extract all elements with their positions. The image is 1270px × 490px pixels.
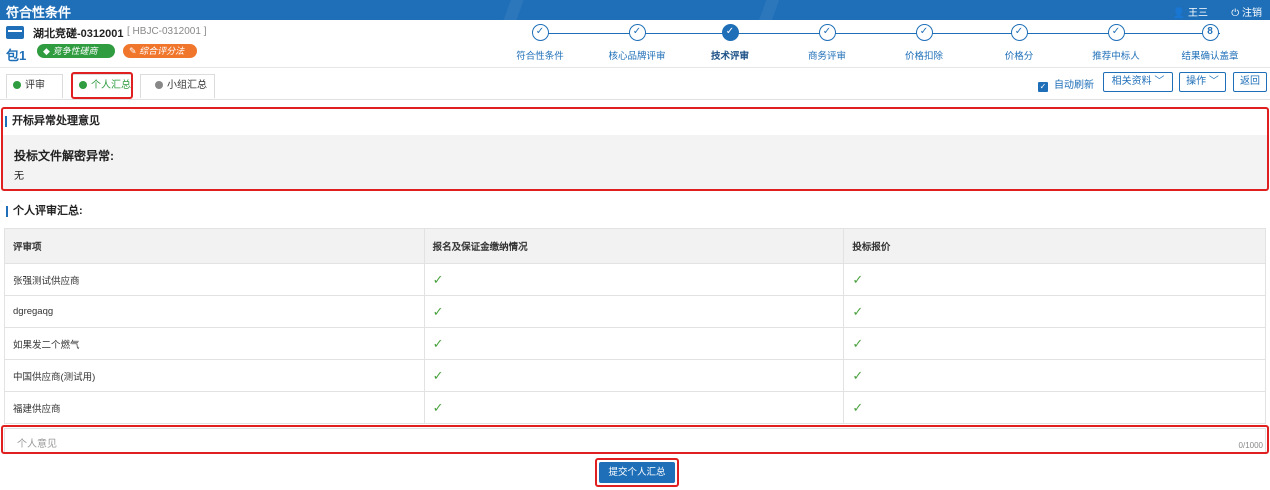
pass-check-icon: ✓ — [843, 391, 1266, 424]
supplier-name: 中国供应商(测试用) — [4, 359, 425, 392]
auto-refresh-checkbox[interactable]: ✓ 自动刷新 — [1038, 76, 1094, 92]
step-label: 价格扣除 — [904, 51, 943, 62]
step-label: 价格分 — [1004, 51, 1034, 62]
operate-label: 操作 — [1186, 76, 1207, 87]
table-row: 中国供应商(测试用) ✓ ✓ — [4, 359, 1266, 392]
scoring-method-label: 综合评分法 — [139, 46, 185, 56]
step-label: 商务评审 — [807, 51, 846, 62]
tab-label: 评审 — [25, 80, 45, 91]
summary-title: 个人评审汇总: — [6, 206, 83, 217]
user-menu[interactable]: 👤 王三 — [1173, 4, 1208, 19]
highlight-box — [1, 107, 1269, 191]
step-number: 8 — [1201, 24, 1219, 41]
column-header: 评审项 — [4, 228, 425, 264]
checkbox-checked-icon: ✓ — [1038, 82, 1048, 92]
step-business[interactable]: ✓ 商务评审 — [777, 24, 877, 62]
highlight-box — [595, 458, 679, 487]
back-button[interactable]: 返回 — [1233, 72, 1267, 92]
supplier-name: 张强测试供应商 — [4, 263, 425, 296]
step-price-deduction[interactable]: ✓ 价格扣除 — [874, 24, 974, 62]
related-materials-label: 相关资料 — [1111, 76, 1152, 87]
pass-check-icon: ✓ — [423, 359, 845, 392]
user-icon: 👤 — [1172, 8, 1186, 19]
highlight-box — [71, 72, 133, 99]
back-label: 返回 — [1240, 76, 1260, 87]
table-row: dgregaqg ✓ ✓ — [4, 295, 1266, 328]
pass-check-icon: ✓ — [423, 327, 845, 360]
pass-check-icon: ✓ — [843, 263, 1266, 296]
step-label: 核心品牌评审 — [608, 51, 666, 62]
power-icon: ⏻ — [1231, 8, 1240, 19]
bag-icon: ◆ — [43, 46, 50, 56]
package-label: 包1 — [6, 48, 27, 63]
procurement-method-label: 竞争性磋商 — [52, 46, 98, 56]
top-bar: 符合性条件 👤 王三 ⏻ 注销 — [0, 0, 1270, 20]
auto-refresh-label: 自动刷新 — [1054, 80, 1094, 91]
step-label: 结果确认盖章 — [1181, 51, 1239, 62]
step-technical[interactable]: ✓ 技术评审 — [680, 24, 780, 62]
logout-button[interactable]: ⏻ 注销 — [1231, 4, 1262, 19]
scoring-method-badge: ✎ 综合评分法 — [123, 44, 197, 58]
step-recommend-winner[interactable]: ✓ 推荐中标人 — [1066, 24, 1166, 62]
supplier-name: 福建供应商 — [4, 391, 425, 424]
check-icon: ✓ — [1107, 24, 1125, 41]
check-icon: ✓ — [915, 24, 933, 41]
step-label: 推荐中标人 — [1092, 51, 1140, 62]
related-materials-button[interactable]: 相关资料 ﹀ — [1103, 72, 1173, 92]
tab-group-summary[interactable]: 小组汇总 — [140, 74, 215, 98]
operate-button[interactable]: 操作 ﹀ — [1179, 72, 1226, 92]
supplier-name: dgregaqg — [4, 295, 425, 328]
page-title: 符合性条件 — [6, 5, 72, 20]
step-compliance[interactable]: ✓ 符合性条件 — [490, 24, 590, 62]
tab-label: 小组汇总 — [167, 80, 207, 91]
check-circle-icon — [13, 81, 21, 89]
step-price-score[interactable]: ✓ 价格分 — [969, 24, 1069, 62]
pass-check-icon: ✓ — [843, 295, 1266, 328]
step-core-brand[interactable]: ✓ 核心品牌评审 — [587, 24, 687, 62]
step-label: 技术评审 — [710, 51, 749, 62]
pencil-icon: ✎ — [129, 46, 137, 56]
pass-check-icon: ✓ — [843, 327, 1266, 360]
check-icon: ✓ — [721, 24, 739, 41]
table-row: 如果发二个燃气 ✓ ✓ — [4, 327, 1266, 360]
check-icon: ✓ — [1010, 24, 1028, 41]
table-row: 福建供应商 ✓ ✓ — [4, 391, 1266, 424]
review-stepper: ✓ 符合性条件 ✓ 核心品牌评审 ✓ 技术评审 ✓ 商务评审 ✓ 价格扣除 ✓ 价格分 ✓ 推… — [500, 24, 1270, 68]
pass-check-icon: ✓ — [423, 263, 845, 296]
chevron-down-icon: ﹀ — [1208, 76, 1219, 87]
pass-check-icon: ✓ — [423, 295, 845, 328]
table-row: 张强测试供应商 ✓ ✓ — [4, 263, 1266, 296]
highlight-box — [1, 425, 1269, 454]
procurement-method-badge: ◆ 竞争性磋商 — [37, 44, 115, 58]
supplier-name: 如果发二个燃气 — [4, 327, 425, 360]
step-result-confirm[interactable]: 8 结果确认盖章 — [1160, 24, 1260, 62]
column-header: 报名及保证金缴纳情况 — [423, 228, 845, 264]
circle-icon — [155, 81, 163, 89]
check-icon: ✓ — [818, 24, 836, 41]
project-code: [ HBJC-0312001 ] — [127, 26, 207, 37]
tab-review[interactable]: 评审 — [6, 74, 63, 98]
user-name: 王三 — [1188, 8, 1208, 19]
logout-label: 注销 — [1242, 8, 1262, 19]
chevron-down-icon: ﹀ — [1154, 76, 1165, 87]
check-icon: ✓ — [531, 24, 549, 41]
check-icon: ✓ — [628, 24, 646, 41]
project-name: 湖北竞磋-0312001 — [33, 28, 124, 40]
table-header-row: 评审项 报名及保证金缴纳情况 投标报价 — [4, 228, 1266, 264]
pass-check-icon: ✓ — [423, 391, 845, 424]
folder-icon — [6, 26, 24, 39]
step-label: 符合性条件 — [516, 51, 564, 62]
summary-table: 评审项 报名及保证金缴纳情况 投标报价 张强测试供应商 ✓ ✓ dgregaqg… — [4, 228, 1266, 424]
column-header: 投标报价 — [843, 228, 1266, 264]
pass-check-icon: ✓ — [843, 359, 1266, 392]
